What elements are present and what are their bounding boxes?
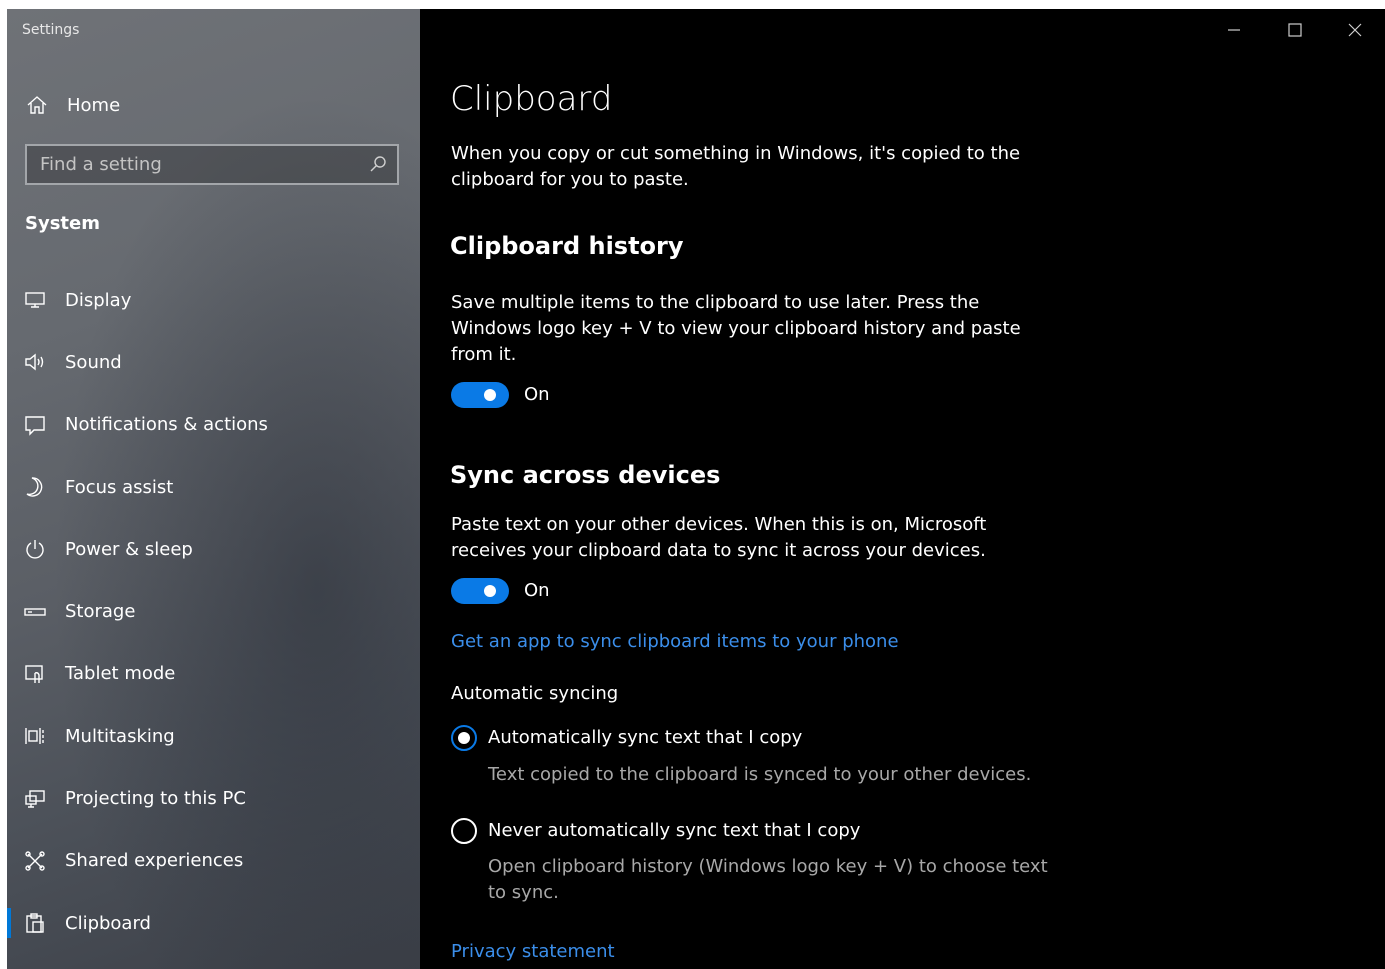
search-input[interactable]: [27, 154, 347, 175]
settings-window: Settings Home System Display: [7, 9, 1385, 969]
content-pane: Clipboard When you copy or cut something…: [420, 9, 1385, 969]
clipboard-history-toggle-label: On: [524, 384, 550, 405]
sidebar-item-notifications[interactable]: Notifications & actions: [7, 394, 420, 456]
sidebar-item-label: Multitasking: [65, 725, 175, 747]
home-icon: [27, 96, 47, 114]
sidebar-item-label: Power & sleep: [65, 538, 193, 560]
sync-heading: Sync across devices: [450, 461, 721, 489]
sidebar-item-display[interactable]: Display: [7, 269, 420, 331]
sidebar-item-label: Projecting to this PC: [65, 788, 246, 810]
sidebar-item-label: Focus assist: [65, 476, 174, 498]
sidebar-item-focus-assist[interactable]: Focus assist: [7, 456, 420, 518]
tablet-icon: [25, 665, 43, 683]
sidebar: Settings Home System Display: [7, 9, 420, 969]
sidebar-item-label: Storage: [65, 601, 136, 623]
auto-sync-description: Text copied to the clipboard is synced t…: [488, 764, 1032, 785]
automatic-syncing-title: Automatic syncing: [451, 683, 619, 704]
projecting-icon: [25, 789, 45, 808]
monitor-icon: [25, 292, 45, 308]
sidebar-item-storage[interactable]: Storage: [7, 580, 420, 642]
sidebar-item-label: Sound: [65, 351, 122, 373]
search-icon[interactable]: [369, 155, 387, 173]
sidebar-item-power-sleep[interactable]: Power & sleep: [7, 518, 420, 580]
search-box[interactable]: [25, 144, 399, 185]
moon-icon: [26, 477, 43, 497]
page-description: When you copy or cut something in Window…: [451, 143, 1021, 190]
maximize-button[interactable]: [1284, 19, 1306, 41]
auto-sync-label[interactable]: Automatically sync text that I copy: [488, 727, 802, 748]
sidebar-item-shared-experiences[interactable]: Shared experiences: [7, 830, 420, 892]
section-title: System: [25, 213, 100, 234]
privacy-statement-link[interactable]: Privacy statement: [451, 941, 615, 962]
sidebar-nav: Display Sound Notifications & actions Fo…: [7, 269, 420, 954]
clipboard-icon: [26, 913, 44, 933]
sidebar-item-label: Tablet mode: [65, 663, 176, 685]
sidebar-item-projecting[interactable]: Projecting to this PC: [7, 767, 420, 829]
sidebar-item-label: Clipboard: [65, 912, 151, 934]
sync-description: Paste text on your other devices. When t…: [451, 514, 987, 561]
never-sync-description: Open clipboard history (Windows logo key…: [488, 856, 1048, 903]
clipboard-history-toggle[interactable]: [451, 382, 509, 408]
sidebar-item-home[interactable]: Home: [7, 87, 420, 123]
clipboard-history-description: Save multiple items to the clipboard to …: [451, 292, 1021, 365]
sync-toggle[interactable]: [451, 578, 509, 604]
sidebar-item-multitasking[interactable]: Multitasking: [7, 705, 420, 767]
storage-icon: [24, 607, 46, 616]
minimize-button[interactable]: [1223, 19, 1245, 41]
sidebar-item-label: Notifications & actions: [65, 414, 268, 436]
app-title: Settings: [22, 22, 80, 38]
sidebar-item-label: Display: [65, 289, 132, 311]
page-title: Clipboard: [450, 79, 613, 119]
never-sync-label[interactable]: Never automatically sync text that I cop…: [488, 820, 860, 841]
sync-toggle-label: On: [524, 580, 550, 601]
sidebar-item-label: Shared experiences: [65, 850, 244, 872]
clipboard-history-heading: Clipboard history: [450, 232, 684, 260]
notification-icon: [25, 416, 45, 436]
sidebar-item-tablet-mode[interactable]: Tablet mode: [7, 643, 420, 705]
sidebar-item-clipboard[interactable]: Clipboard: [7, 892, 420, 954]
power-icon: [26, 540, 44, 559]
speaker-icon: [25, 353, 44, 371]
home-label: Home: [67, 94, 121, 116]
never-sync-radio[interactable]: [451, 818, 477, 844]
sidebar-item-sound[interactable]: Sound: [7, 331, 420, 393]
multitasking-icon: [25, 728, 44, 745]
auto-sync-radio[interactable]: [451, 725, 477, 751]
get-app-link[interactable]: Get an app to sync clipboard items to yo…: [451, 631, 899, 652]
close-button[interactable]: [1344, 19, 1366, 41]
shared-icon: [25, 851, 45, 871]
